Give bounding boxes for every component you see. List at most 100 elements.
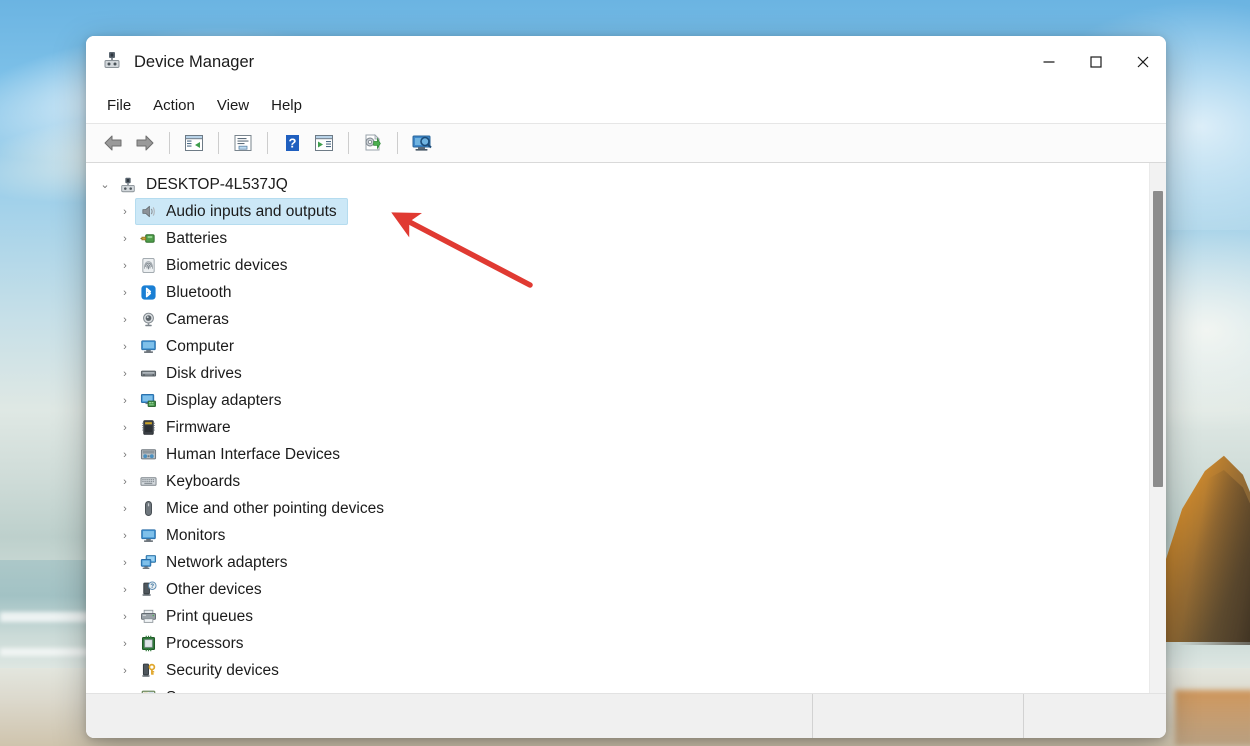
tree-item-label: Keyboards bbox=[160, 473, 248, 491]
device-manager-window: Device Manager File Action bbox=[86, 36, 1166, 738]
tree-root-label: DESKTOP-4L537JQ bbox=[140, 176, 296, 194]
window-titlebar[interactable]: Device Manager bbox=[86, 36, 1166, 88]
back-arrow-icon bbox=[102, 133, 124, 153]
camera-icon bbox=[136, 311, 160, 328]
chevron-right-icon[interactable]: › bbox=[114, 665, 136, 677]
toolbar: ? bbox=[86, 124, 1166, 163]
chevron-right-icon[interactable]: › bbox=[114, 287, 136, 299]
chevron-right-icon[interactable]: › bbox=[114, 260, 136, 272]
display-adapter-icon bbox=[136, 392, 160, 409]
tree-row-processors[interactable]: › Processors bbox=[86, 630, 1149, 657]
chevron-right-icon[interactable]: › bbox=[114, 530, 136, 542]
tree-row-computer[interactable]: › Computer bbox=[86, 333, 1149, 360]
tree-row-display-adapters[interactable]: › Display adapters bbox=[86, 387, 1149, 414]
status-cell-third bbox=[1024, 694, 1166, 738]
tree-item-label: Security devices bbox=[160, 662, 287, 680]
caption-buttons bbox=[1025, 36, 1166, 88]
tree-item-label: Bluetooth bbox=[160, 284, 240, 302]
chevron-right-icon[interactable]: › bbox=[114, 422, 136, 434]
chevron-right-icon[interactable]: › bbox=[114, 503, 136, 515]
toolbar-separator bbox=[348, 132, 349, 154]
tree-row-cameras[interactable]: › Cameras bbox=[86, 306, 1149, 333]
menu-item-action[interactable]: Action bbox=[142, 93, 206, 118]
tree-row-keyboards[interactable]: › Keyboa bbox=[86, 468, 1149, 495]
close-icon bbox=[1136, 55, 1150, 69]
tree-item-label: Sensors bbox=[160, 689, 231, 694]
device-tree[interactable]: ⌄ DESKTOP-4L537JQ › bbox=[86, 163, 1149, 693]
tree-row-human-interface-devices[interactable]: › Human Interface Devices bbox=[86, 441, 1149, 468]
tree-row-security-devices[interactable]: › Security devices bbox=[86, 657, 1149, 684]
maximize-button[interactable] bbox=[1072, 36, 1119, 88]
cliff-reflection-decoration bbox=[1175, 690, 1250, 746]
mouse-icon bbox=[136, 500, 160, 517]
close-button[interactable] bbox=[1119, 36, 1166, 88]
chevron-right-icon[interactable]: › bbox=[114, 395, 136, 407]
tree-row-disk-drives[interactable]: › Disk drives bbox=[86, 360, 1149, 387]
speaker-icon bbox=[136, 203, 160, 220]
tree-row-other-devices[interactable]: › ? Other devices bbox=[86, 576, 1149, 603]
help-button[interactable]: ? bbox=[277, 129, 307, 157]
tree-row-print-queues[interactable]: › Print queues bbox=[86, 603, 1149, 630]
tree-row-root[interactable]: ⌄ DESKTOP-4L537JQ bbox=[86, 171, 1149, 198]
forward-button[interactable] bbox=[130, 129, 160, 157]
minimize-icon bbox=[1042, 55, 1056, 69]
chevron-right-icon[interactable]: › bbox=[114, 638, 136, 650]
chevron-right-icon[interactable]: › bbox=[114, 692, 136, 694]
tree-item-label: Disk drives bbox=[160, 365, 250, 383]
status-cell-second bbox=[813, 694, 1023, 738]
tree-row-firmware[interactable]: › Firmware bbox=[86, 414, 1149, 441]
scan-hardware-button[interactable] bbox=[407, 129, 437, 157]
toolbar-separator bbox=[169, 132, 170, 154]
tree-item-label: Human Interface Devices bbox=[160, 446, 348, 464]
menu-item-help[interactable]: Help bbox=[260, 93, 313, 118]
show-hidden-button[interactable] bbox=[309, 129, 339, 157]
tree-row-bluetooth[interactable]: › Bluetooth bbox=[86, 279, 1149, 306]
chevron-right-icon[interactable]: › bbox=[114, 611, 136, 623]
tree-item-label: Audio inputs and outputs bbox=[160, 203, 345, 221]
chevron-right-icon[interactable]: › bbox=[114, 341, 136, 353]
tree-row-biometric-devices[interactable]: › Biometric devices bbox=[86, 252, 1149, 279]
chevron-right-icon[interactable]: › bbox=[114, 233, 136, 245]
chevron-right-icon[interactable]: › bbox=[114, 449, 136, 461]
update-driver-button[interactable] bbox=[358, 129, 388, 157]
battery-icon bbox=[136, 230, 160, 247]
disk-drive-icon bbox=[136, 365, 160, 382]
menu-item-file[interactable]: File bbox=[96, 93, 142, 118]
chevron-down-icon[interactable]: ⌄ bbox=[94, 178, 116, 191]
tree-row-batteries[interactable]: › Batteries bbox=[86, 225, 1149, 252]
tree-item-label: Batteries bbox=[160, 230, 235, 248]
security-key-icon bbox=[136, 662, 160, 679]
tree-row-mice-and-other-pointing-devices[interactable]: › Mice and other pointing devices bbox=[86, 495, 1149, 522]
svg-text:?: ? bbox=[289, 136, 297, 151]
properties-button[interactable] bbox=[228, 129, 258, 157]
chevron-right-icon[interactable]: › bbox=[114, 314, 136, 326]
minimize-button[interactable] bbox=[1025, 36, 1072, 88]
tree-row-audio-inputs-and-outputs[interactable]: › Audio inputs and outputs bbox=[86, 198, 1149, 225]
menu-item-view[interactable]: View bbox=[206, 93, 260, 118]
tree-row-network-adapters[interactable]: › Network adapters bbox=[86, 549, 1149, 576]
tree-item-label: Processors bbox=[160, 635, 252, 653]
window-title: Device Manager bbox=[134, 53, 254, 72]
chevron-right-icon[interactable]: › bbox=[114, 476, 136, 488]
tree-item-label: Other devices bbox=[160, 581, 270, 599]
monitor-icon bbox=[136, 527, 160, 544]
tree-item-label: Print queues bbox=[160, 608, 261, 626]
tree-row-monitors[interactable]: › Monitors bbox=[86, 522, 1149, 549]
chevron-right-icon[interactable]: › bbox=[114, 584, 136, 596]
scrollbar-thumb[interactable] bbox=[1153, 191, 1163, 487]
help-question-icon: ? bbox=[281, 133, 303, 153]
properties-icon bbox=[232, 133, 254, 153]
chevron-right-icon[interactable]: › bbox=[114, 368, 136, 380]
content-area: ⌄ DESKTOP-4L537JQ › bbox=[86, 163, 1166, 694]
tree-row-selection-highlight: Audio inputs and outputs bbox=[135, 198, 348, 225]
chevron-right-icon[interactable]: › bbox=[114, 206, 136, 218]
back-button[interactable] bbox=[98, 129, 128, 157]
console-tree-button[interactable] bbox=[179, 129, 209, 157]
printer-icon bbox=[136, 608, 160, 625]
vertical-scrollbar[interactable] bbox=[1149, 163, 1166, 693]
menu-bar: File Action View Help bbox=[86, 88, 1166, 124]
processor-icon bbox=[136, 635, 160, 652]
show-hidden-devices-icon bbox=[313, 133, 335, 153]
chevron-right-icon[interactable]: › bbox=[114, 557, 136, 569]
tree-row-sensors[interactable]: › Sensors bbox=[86, 684, 1149, 693]
